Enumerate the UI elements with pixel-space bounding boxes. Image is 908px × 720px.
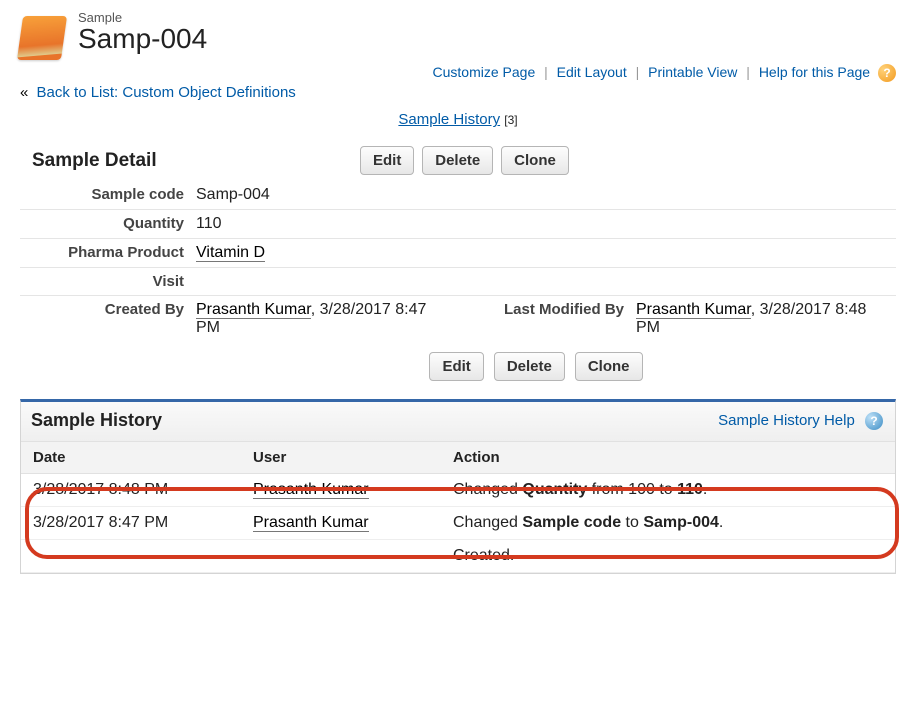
history-date: 3/28/2017 8:47 PM [21, 507, 241, 540]
col-header-user: User [241, 442, 441, 474]
history-related-list: Sample History Sample History Help ? Dat… [20, 399, 896, 574]
col-header-action: Action [441, 442, 895, 474]
history-title: Sample History [31, 410, 162, 431]
delete-button-bottom[interactable]: Delete [494, 352, 565, 381]
help-icon[interactable]: ? [878, 64, 896, 82]
detail-section-title: Sample Detail [20, 150, 360, 172]
history-action: Changed Quantity from 100 to 110. [441, 474, 895, 507]
back-to-list-link[interactable]: Back to List: Custom Object Definitions [37, 84, 296, 101]
created-by-user-link[interactable]: Prasanth Kumar [196, 301, 311, 319]
history-help-link[interactable]: Sample History Help [718, 412, 855, 429]
clone-button-bottom[interactable]: Clone [575, 352, 643, 381]
delete-button[interactable]: Delete [422, 146, 493, 175]
customize-page-link[interactable]: Customize Page [433, 64, 536, 80]
history-action: Changed Sample code to Samp-004. [441, 507, 895, 540]
record-name: Samp-004 [78, 23, 207, 55]
edit-layout-link[interactable]: Edit Layout [557, 64, 627, 80]
clone-button[interactable]: Clone [501, 146, 569, 175]
label-created-by: Created By [20, 296, 190, 343]
table-row: 3/28/2017 8:47 PM Prasanth Kumar Changed… [21, 507, 895, 540]
mini-list-link[interactable]: Sample History [398, 111, 500, 128]
value-sample-code: Samp-004 [190, 181, 460, 210]
mini-list-count: [3] [504, 113, 517, 127]
value-created-by: Prasanth Kumar, 3/28/2017 8:47 PM [190, 296, 460, 343]
value-last-modified-by: Prasanth Kumar, 3/28/2017 8:48 PM [630, 296, 896, 343]
history-user [241, 540, 441, 573]
value-quantity: 110 [190, 210, 460, 239]
table-row: Created. [21, 540, 895, 573]
history-date: 3/28/2017 8:48 PM [21, 474, 241, 507]
edit-button-bottom[interactable]: Edit [429, 352, 483, 381]
edit-button[interactable]: Edit [360, 146, 414, 175]
value-pharma-product: Vitamin D [190, 239, 460, 268]
label-pharma-product: Pharma Product [20, 239, 190, 268]
help-icon[interactable]: ? [865, 412, 883, 430]
col-header-date: Date [21, 442, 241, 474]
printable-view-link[interactable]: Printable View [648, 64, 737, 80]
history-action: Created. [441, 540, 895, 573]
label-last-modified-by: Last Modified By [460, 296, 630, 343]
history-date [21, 540, 241, 573]
last-modified-by-user-link[interactable]: Prasanth Kumar [636, 301, 751, 319]
back-arrow: « [20, 84, 28, 101]
history-user-link[interactable]: Prasanth Kumar [253, 481, 369, 499]
help-page-link[interactable]: Help for this Page [759, 64, 870, 80]
detail-table: Sample code Samp-004 Quantity 110 Pharma… [20, 181, 896, 342]
label-quantity: Quantity [20, 210, 190, 239]
object-icon [17, 16, 67, 60]
value-visit [190, 268, 460, 296]
table-row: 3/28/2017 8:48 PM Prasanth Kumar Changed… [21, 474, 895, 507]
history-user-link[interactable]: Prasanth Kumar [253, 514, 369, 532]
label-visit: Visit [20, 268, 190, 296]
page-action-links: Customize Page | Edit Layout | Printable… [20, 64, 896, 82]
label-sample-code: Sample code [20, 181, 190, 210]
